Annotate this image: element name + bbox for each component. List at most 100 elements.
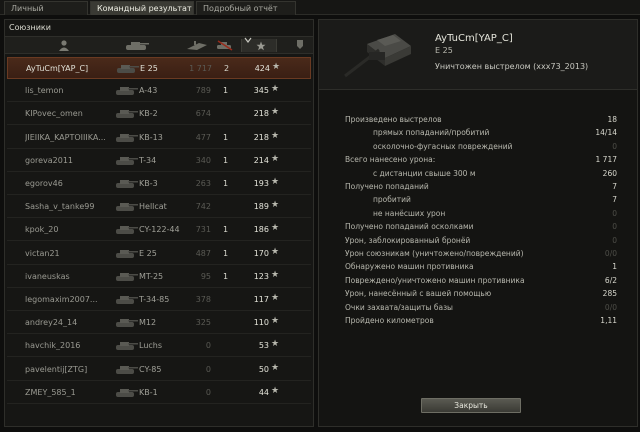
stat-label: с дистанции свыше 300 м <box>373 168 476 178</box>
stat-value: 1 717 <box>595 155 617 165</box>
stat-row: Обнаружено машин противника 1 <box>319 262 637 272</box>
player-name: kpok_20 <box>25 225 59 235</box>
xp-value: 189 <box>253 202 269 212</box>
table-row[interactable]: KIPovec_omen KB-2 674 218 ★ <box>7 103 311 126</box>
vehicle-image <box>344 34 411 78</box>
team-column-header <box>5 36 313 54</box>
xp-star-icon: ★ <box>271 293 280 303</box>
xp-value: 123 <box>253 271 269 281</box>
team-panel: Союзники AyTuCm[YAP_C] E 25 1 717 2 424 ★ lis_… <box>4 19 314 427</box>
table-row[interactable]: egorov46 KB-3 263 1 193 ★ <box>7 173 311 195</box>
table-row[interactable]: lis_temon A-43 789 1 345 ★ <box>7 80 311 103</box>
tank-thumbnail-icon <box>116 87 138 96</box>
stat-row: прямых попаданий/пробитий 14/14 <box>319 128 637 138</box>
table-row[interactable]: ZMEY_585_1 KB-1 0 44 ★ <box>7 382 311 404</box>
stat-row: пробитий 7 <box>319 195 637 205</box>
tab-bar: Личный результат Командный результат Под… <box>0 0 640 26</box>
stat-row: Получено попаданий 7 <box>319 182 637 192</box>
stat-label: пробитий <box>373 195 411 205</box>
tab-detailed-report[interactable]: Подробный отчёт <box>196 1 296 15</box>
stat-label: Всего нанесено урона: <box>345 155 436 165</box>
tab-team-result[interactable]: Командный результат <box>90 1 194 15</box>
xp-value: 110 <box>253 318 269 328</box>
xp-value: 218 <box>253 109 269 119</box>
stat-value: 1,11 <box>600 316 617 325</box>
kills-icon[interactable] <box>215 39 235 52</box>
stat-value: 260 <box>602 168 617 178</box>
player-name: ivaneuskas <box>25 271 70 281</box>
stat-label: Урон союзникам (уничтожено/повреждений) <box>345 249 524 258</box>
close-button[interactable]: Закрыть <box>421 398 521 413</box>
stat-value: 0 <box>612 222 617 232</box>
xp-value: 345 <box>253 86 269 96</box>
stat-row: Пройдено километров 1,11 <box>319 316 637 326</box>
damage-value: 0 <box>205 387 211 397</box>
table-row[interactable]: pavelentij[ZTG] CY-85 0 50 ★ <box>7 359 311 381</box>
xp-value: 424 <box>254 64 270 73</box>
table-row[interactable]: andrey24_14 M12 325 110 ★ <box>7 312 311 335</box>
tank-thumbnail-icon <box>116 110 138 119</box>
stat-value: 0/0 <box>604 249 617 258</box>
tank-thumbnail-icon <box>116 296 138 304</box>
xp-value: 44 <box>258 387 269 397</box>
table-row[interactable]: goreva2011 T-34 340 1 214 ★ <box>7 150 311 172</box>
xp-star-icon: ★ <box>271 177 280 187</box>
table-row[interactable]: havchik_2016 Luchs 0 53 ★ <box>7 335 311 358</box>
stat-row: Произведено выстрелов 18 <box>319 115 637 125</box>
detail-panel: AyTuCm[YAP_C] E 25 Уничтожен выстрелом (… <box>318 19 638 427</box>
table-row[interactable]: Sasha_v_tanke99 Hellcat 742 189 ★ <box>7 196 311 219</box>
stat-row: Повреждено/уничтожено машин противника 6/… <box>319 276 637 286</box>
medal-icon[interactable] <box>295 39 305 52</box>
stat-label: не нанёсших урон <box>373 208 446 218</box>
table-row[interactable]: JIEIIKA_KAPTOIIIKA... KB-13 477 1 218 ★ <box>7 127 311 149</box>
xp-star-icon: ★ <box>271 200 280 211</box>
stat-value: 0/0 <box>604 302 617 312</box>
xp-value: 50 <box>258 364 269 374</box>
xp-star-icon: ★ <box>271 223 280 234</box>
tank-thumbnail-icon <box>116 272 138 281</box>
stat-value: 7 <box>612 182 617 191</box>
tank-thumbnail-icon <box>116 249 138 258</box>
table-row[interactable]: victan21 E 25 487 1 170 ★ <box>7 243 311 265</box>
player-name: havchik_2016 <box>25 341 81 351</box>
stat-label: Очки захвата/защиты базы <box>345 302 453 312</box>
damage-value: 263 <box>195 179 211 188</box>
stat-row: Урон союзникам (уничтожено/повреждений) 0… <box>319 249 637 259</box>
xp-star-icon: ★ <box>272 62 281 72</box>
player-name: ZMEY_585_1 <box>25 387 76 397</box>
damage-value: 477 <box>195 132 211 142</box>
vehicle-player-name: AyTuCm[YAP_C] <box>435 33 513 44</box>
damage-value: 0 <box>205 341 211 351</box>
xp-star-icon <box>256 41 266 51</box>
damage-value: 731 <box>195 225 211 235</box>
stat-value: 14/14 <box>595 128 617 138</box>
table-row[interactable]: ivaneuskas MT-25 95 1 123 ★ <box>7 266 311 288</box>
xp-star-icon: ★ <box>271 246 280 257</box>
table-row[interactable]: AyTuCm[YAP_C] E 25 1 717 2 424 ★ <box>7 57 311 79</box>
damage-icon[interactable] <box>185 39 209 52</box>
tab-personal-result[interactable]: Личный результат <box>4 1 88 26</box>
xp-star-icon: ★ <box>271 84 280 95</box>
damage-value: 789 <box>195 86 211 96</box>
damage-value: 340 <box>195 155 211 165</box>
stat-label: Урон, нанесённый с вашей помощью <box>345 289 492 299</box>
player-name: egorov46 <box>25 179 63 188</box>
stat-value: 0 <box>612 235 617 245</box>
stat-value: 0 <box>612 141 617 151</box>
xp-star-icon: ★ <box>271 130 280 141</box>
tank-icon[interactable] <box>123 39 151 52</box>
vehicle-summary: AyTuCm[YAP_C] E 25 Уничтожен выстрелом (… <box>319 20 637 90</box>
tank-thumbnail-icon <box>116 180 138 188</box>
tank-thumbnail-icon <box>116 226 138 235</box>
player-name: lis_temon <box>25 86 64 96</box>
xp-star-icon: ★ <box>271 107 280 118</box>
table-row[interactable]: legomaxim2007... T-34-85 378 117 ★ <box>7 289 311 311</box>
player-icon[interactable] <box>57 39 71 52</box>
damage-value: 674 <box>195 109 211 119</box>
vehicle-tank-name: E 25 <box>435 46 453 55</box>
xp-column-selected[interactable] <box>241 37 277 52</box>
player-name: victan21 <box>25 248 60 258</box>
tank-thumbnail-icon <box>117 65 139 73</box>
xp-value: 214 <box>253 155 269 165</box>
table-row[interactable]: kpok_20 CY-122-44 731 1 186 ★ <box>7 219 311 242</box>
